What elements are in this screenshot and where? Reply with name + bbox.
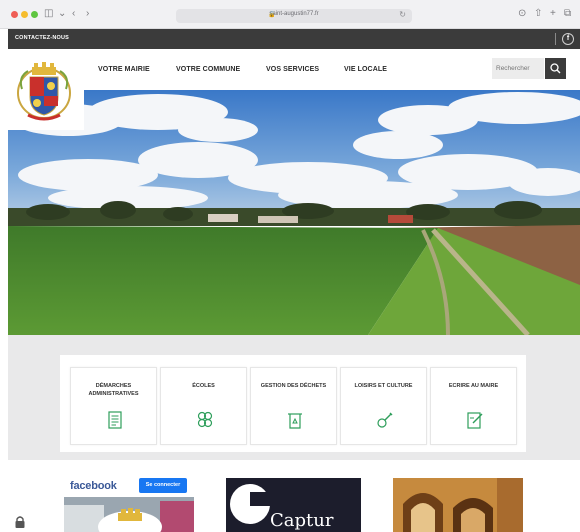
coat-of-arms-icon <box>17 62 71 121</box>
service-card-ecoles[interactable]: ÉCOLES <box>160 367 247 445</box>
nav-item-votre-commune[interactable]: VOTRE COMMUNE <box>176 66 240 73</box>
url-text: saint-augustin77.fr <box>269 11 319 17</box>
new-tab-icon[interactable]: + <box>550 7 556 21</box>
share-icon[interactable]: ⇧ <box>534 7 542 21</box>
facebook-login-button[interactable]: Se connecter <box>139 478 187 493</box>
facebook-post-image[interactable] <box>64 497 194 532</box>
sidebar-toggle-icon[interactable]: ◫ <box>44 7 53 21</box>
service-card-ecrire[interactable]: ECRIRE AU MAIRE <box>430 367 517 445</box>
document-icon <box>108 411 122 429</box>
promo-tile-arches[interactable] <box>393 478 523 532</box>
facebook-wordmark[interactable]: facebook <box>70 480 117 492</box>
nav-item-vos-services[interactable]: VOS SERVICES <box>266 66 319 73</box>
nav-item-vie-locale[interactable]: VIE LOCALE <box>344 66 387 73</box>
service-card-demarches[interactable]: DÉMARCHES ADMINISTRATIVES <box>70 367 157 445</box>
padlock-icon[interactable] <box>14 515 26 529</box>
reload-icon[interactable]: ↻ <box>399 10 406 19</box>
service-card-dechets[interactable]: GESTION DES DÉCHETS <box>250 367 337 445</box>
maximize-window-button[interactable] <box>31 11 38 18</box>
privacy-icon[interactable]: ⊙ <box>518 7 526 21</box>
search-button[interactable] <box>545 58 566 79</box>
back-icon[interactable]: ‹ <box>72 7 75 21</box>
nav-item-votre-mairie[interactable]: VOTRE MAIRIE <box>98 66 150 73</box>
contact-link[interactable]: CONTACTEZ-NOUS <box>15 35 69 41</box>
service-card-label: ECRIRE AU MAIRE <box>448 383 499 389</box>
browser-toolbar: ◫ ⌄ ‹ › 🔒 saint-augustin77.fr ↻ ⊙ ⇧ + ⧉ <box>0 0 580 29</box>
service-card-loisirs[interactable]: LOISIRS ET CULTURE <box>340 367 427 445</box>
top-contact-bar: CONTACTEZ-NOUS f <box>8 29 580 49</box>
forward-icon[interactable]: › <box>86 7 89 21</box>
minimize-window-button[interactable] <box>21 11 28 18</box>
promo-tile-text: Captur <box>270 510 334 531</box>
guitar-icon <box>377 412 393 428</box>
blocks-icon <box>197 411 213 428</box>
close-window-button[interactable] <box>11 11 18 18</box>
promo-tile-dark[interactable]: Captur <box>226 478 361 532</box>
service-card-label: DÉMARCHES ADMINISTRATIVES <box>88 383 139 397</box>
hero-banner-image <box>8 90 580 335</box>
site-logo[interactable] <box>8 49 84 130</box>
recycle-bin-icon <box>288 413 302 429</box>
topbar-divider <box>555 33 556 45</box>
tabs-overview-icon[interactable]: ⧉ <box>564 7 571 21</box>
service-card-label: GESTION DES DÉCHETS <box>260 383 327 389</box>
facebook-icon[interactable]: f <box>562 33 574 45</box>
chevron-down-icon[interactable]: ⌄ <box>58 7 66 21</box>
address-bar[interactable]: 🔒 saint-augustin77.fr ↻ <box>176 9 412 23</box>
service-card-label: ÉCOLES <box>192 383 215 389</box>
search-icon <box>550 63 561 74</box>
service-card-label: LOISIRS ET CULTURE <box>354 383 413 389</box>
write-icon <box>467 412 483 429</box>
search-input[interactable] <box>492 58 544 79</box>
